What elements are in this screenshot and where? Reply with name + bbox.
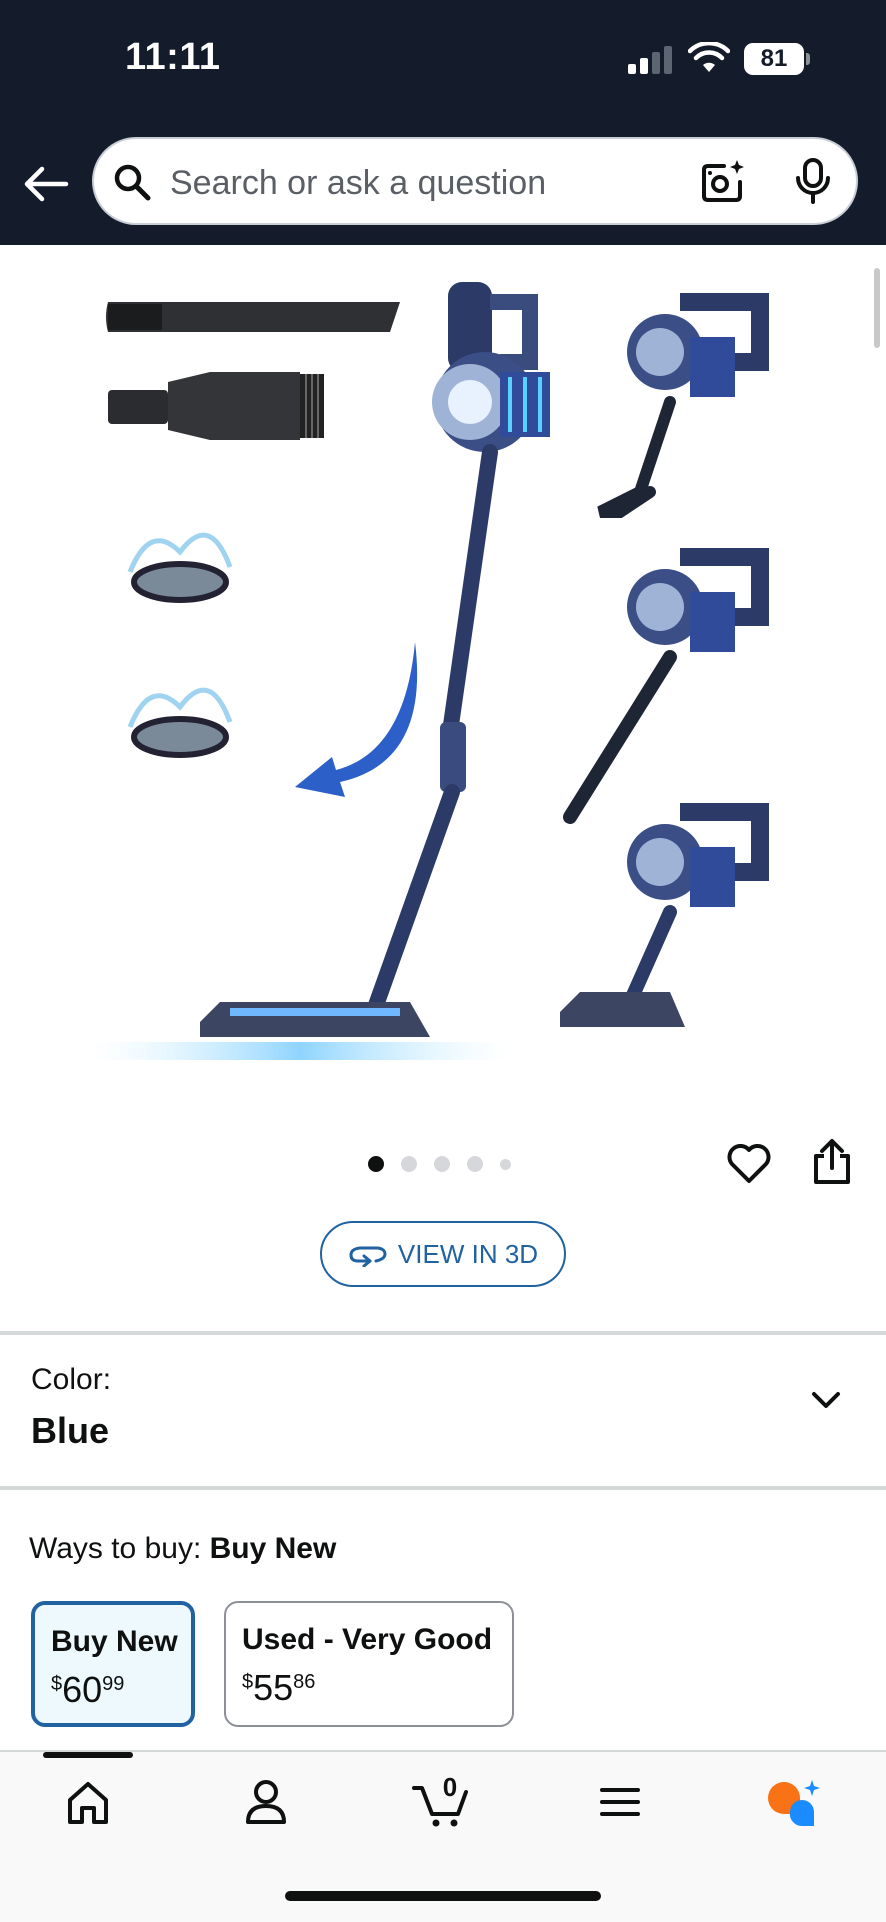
menu-icon[interactable] — [590, 1776, 650, 1828]
wifi-icon — [688, 42, 730, 72]
search-icon — [114, 164, 151, 201]
buy-new-option[interactable]: Buy New $6099 — [31, 1601, 195, 1727]
back-arrow-icon[interactable] — [22, 162, 70, 206]
option-title: Buy New — [51, 1625, 178, 1658]
pager-dot[interactable] — [434, 1156, 450, 1172]
price-whole: 55 — [253, 1667, 294, 1708]
account-icon[interactable] — [236, 1776, 296, 1828]
pager-dot[interactable] — [368, 1156, 384, 1172]
view-in-3d-label: VIEW IN 3D — [397, 1238, 539, 1269]
ways-to-buy-heading: Ways to buy: Buy New — [29, 1532, 336, 1566]
price-fraction: 86 — [293, 1671, 316, 1693]
section-divider — [0, 1486, 886, 1490]
price-currency: $ — [51, 1673, 63, 1695]
cart-count: 0 — [442, 1772, 458, 1802]
heart-icon[interactable] — [726, 1140, 772, 1186]
status-time: 11:11 — [125, 36, 221, 78]
option-title: Used - Very Good — [242, 1623, 493, 1656]
ways-to-buy-selected: Buy New — [209, 1532, 337, 1565]
price-fraction: 99 — [102, 1673, 125, 1695]
rotate-3d-icon — [349, 1246, 387, 1267]
search-input[interactable] — [168, 157, 672, 209]
image-pager-dots[interactable] — [368, 1154, 511, 1174]
option-price: $5586 — [242, 1667, 315, 1709]
active-tab-indicator — [43, 1752, 133, 1758]
section-divider — [0, 1331, 886, 1335]
scrollbar[interactable] — [874, 268, 880, 348]
rufus-assistant-icon[interactable] — [764, 1776, 824, 1828]
share-icon[interactable] — [810, 1138, 854, 1186]
pager-dot[interactable] — [401, 1156, 417, 1172]
camera-lens-icon[interactable] — [700, 158, 746, 204]
price-currency: $ — [242, 1671, 254, 1693]
ways-to-buy-label: Ways to buy: — [29, 1532, 202, 1565]
pager-dot[interactable] — [467, 1156, 483, 1172]
price-whole: 60 — [62, 1669, 103, 1710]
cellular-signal-icon — [628, 46, 674, 74]
home-indicator — [285, 1891, 601, 1901]
color-selector[interactable] — [0, 1336, 886, 1486]
option-price: $6099 — [51, 1669, 124, 1711]
battery-indicator: 81 — [744, 43, 804, 75]
color-value: Blue — [31, 1410, 110, 1451]
used-very-good-option[interactable]: Used - Very Good $5586 — [224, 1601, 514, 1727]
product-image[interactable] — [70, 262, 830, 1082]
view-in-3d-button[interactable]: VIEW IN 3D — [320, 1221, 566, 1287]
chevron-down-icon[interactable] — [810, 1388, 842, 1412]
battery-tip — [806, 53, 810, 65]
color-label: Color: — [31, 1363, 112, 1396]
pager-dot[interactable] — [500, 1158, 511, 1170]
microphone-icon[interactable] — [793, 158, 833, 204]
home-icon[interactable] — [58, 1776, 118, 1828]
